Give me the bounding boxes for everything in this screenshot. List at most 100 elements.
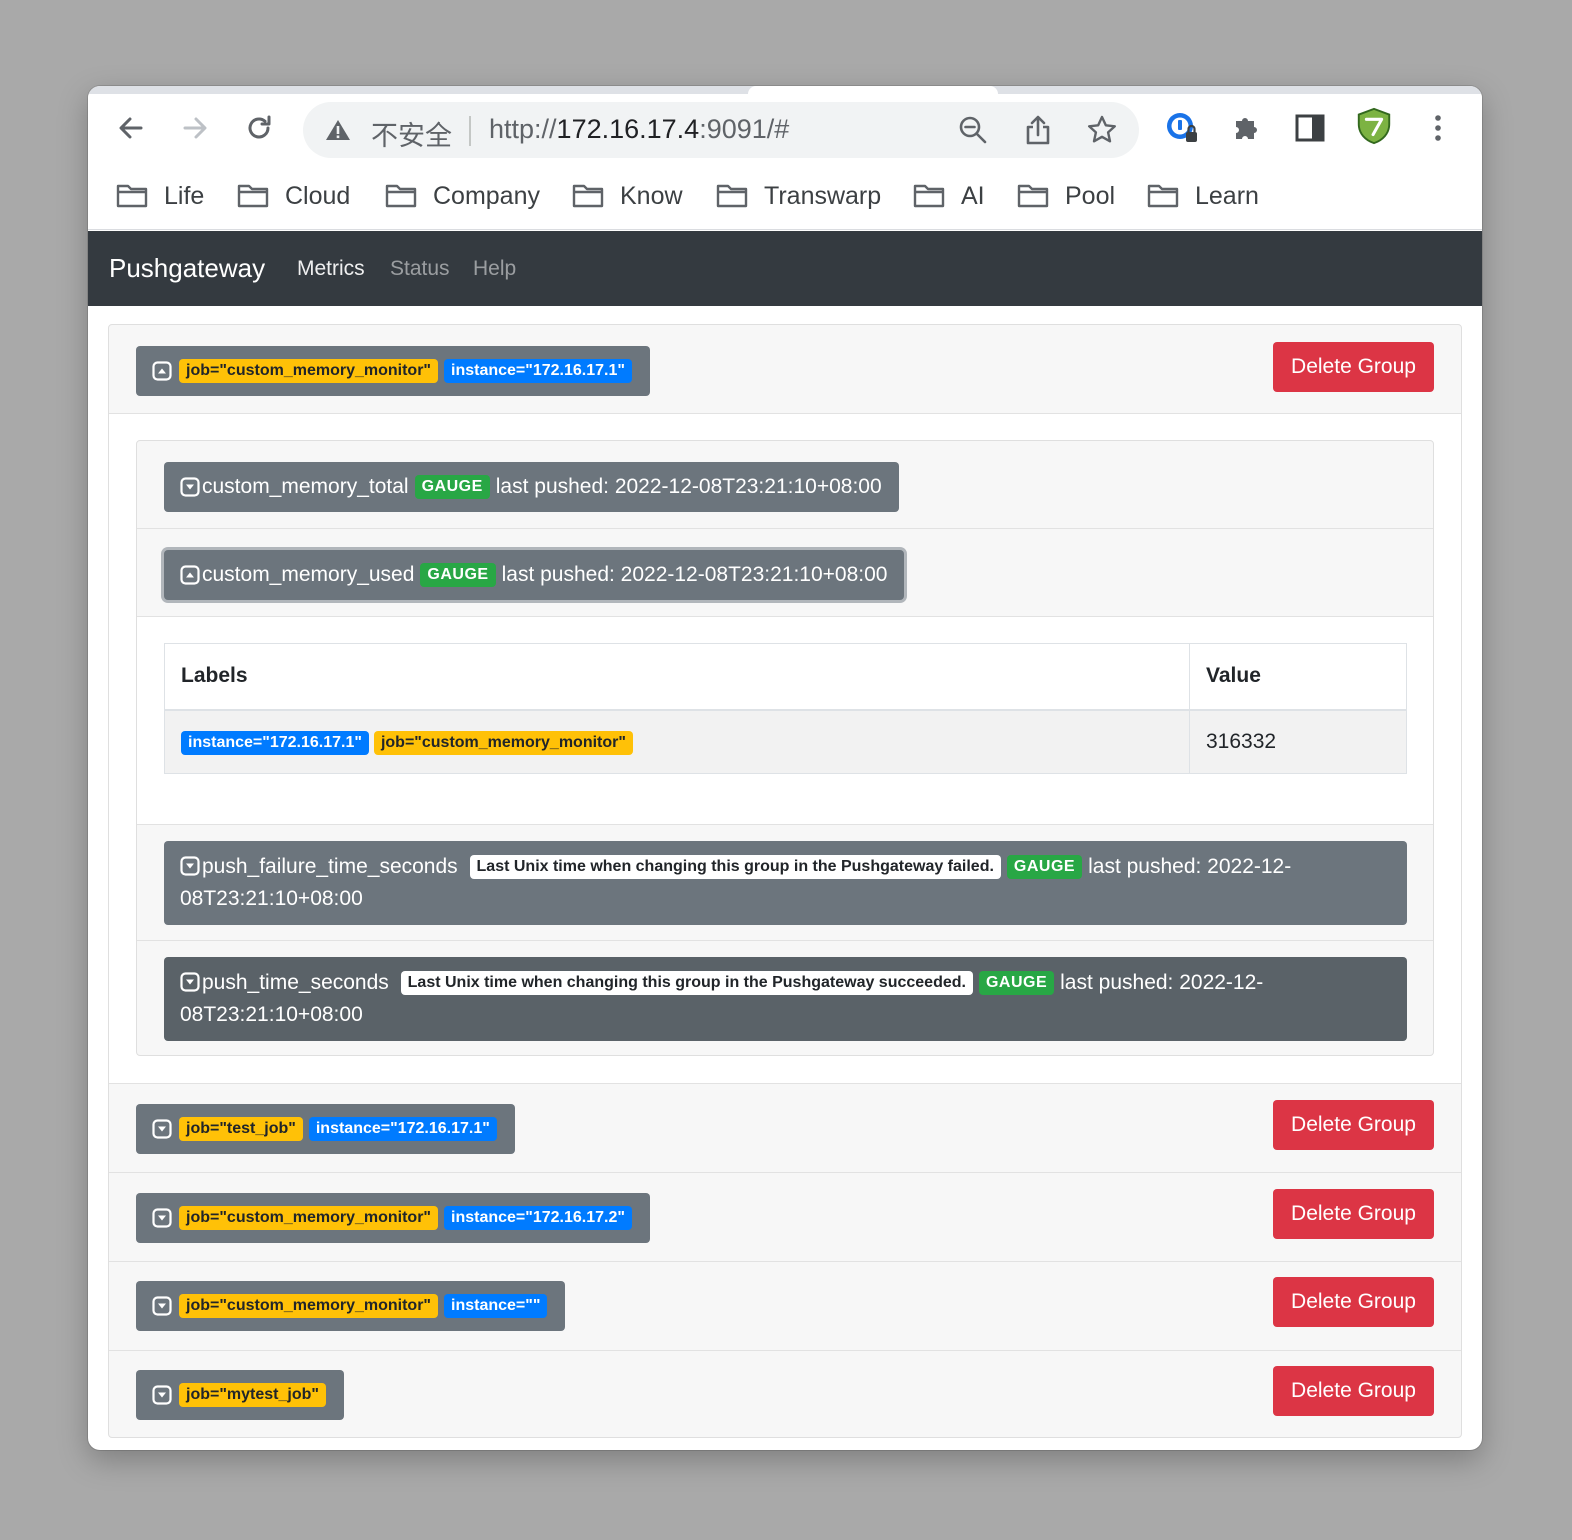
brand-title[interactable]: Pushgateway [109,253,265,284]
bookmark-folder-ai[interactable]: AI [913,176,985,216]
warning-icon[interactable] [325,118,351,147]
job-label-badge: job="custom_memory_monitor" [179,359,438,383]
bookmark-folder-transwarp[interactable]: Transwarp [716,176,881,216]
metric-name: push_failure_time_seconds [202,855,458,878]
job-label-badge: job="test_job" [179,1117,303,1141]
bookmark-label: Life [164,181,205,210]
password-extension-icon[interactable] [1162,108,1202,148]
folder-icon [237,184,269,208]
instance-label-badge: instance="" [444,1294,548,1318]
metric-toggle-button[interactable]: custom_memory_total GAUGE last pushed: 2… [164,462,899,512]
metric-toggle-button[interactable]: custom_memory_used GAUGE last pushed: 20… [164,550,905,600]
star-icon[interactable] [1084,112,1120,148]
metric-name: push_time_seconds [202,971,389,994]
share-icon[interactable] [1020,112,1056,148]
browser-toolbar: 不安全 http://172.16.17.4:9091/# [88,94,1482,164]
delete-group-button[interactable]: Delete Group [1273,1366,1434,1416]
bookmark-folder-life[interactable]: Life [116,176,204,216]
metric-type-badge: GAUGE [1006,855,1083,879]
nav-link-status[interactable]: Status [390,257,450,281]
table-row: instance="172.16.17.1" job="custom_memory… [164,709,1407,774]
metric-help-badge: Last Unix time when changing this group … [469,855,1001,879]
expand-icon [152,1296,172,1316]
expand-icon [152,1119,172,1139]
nav-link-help[interactable]: Help [473,257,516,281]
bookmark-label: Cloud [285,181,351,210]
column-header-value: Value [1189,643,1407,711]
bookmark-folder-pool[interactable]: Pool [1017,176,1115,216]
delete-group-button[interactable]: Delete Group [1273,1189,1434,1239]
group-toggle-button[interactable]: job="mytest_job" [136,1370,344,1420]
metric-row: custom_memory_total GAUGE last pushed: 2… [137,441,1433,529]
labels-cell: instance="172.16.17.1" job="custom_memory… [164,709,1190,774]
group-body: custom_memory_total GAUGE last pushed: 2… [109,414,1461,1084]
metric-toggle-button[interactable]: push_failure_time_seconds Last Unix time… [164,841,1407,925]
group-header: job="mytest_job" Delete Group [109,1351,1461,1439]
metric-type-badge: GAUGE [420,563,496,587]
expand-icon [180,856,200,876]
bookmark-label: Transwarp [764,181,882,210]
bookmark-folder-learn[interactable]: Learn [1147,176,1259,216]
group-toggle-button[interactable]: job="custom_memory_monitor" instance="" [136,1281,566,1331]
metric-help-badge: Last Unix time when changing this group … [400,971,973,995]
active-tab[interactable] [748,86,998,94]
url-text[interactable]: http://172.16.17.4:9091/# [489,114,789,145]
metric-type-badge: GAUGE [978,971,1055,995]
folder-icon [385,184,417,208]
omnibox-separator [469,116,471,146]
metric-name: custom_memory_total [202,475,409,498]
metric-row: custom_memory_used GAUGE last pushed: 20… [137,529,1433,617]
job-label-badge: job="custom_memory_monitor" [179,1294,438,1318]
arrow-right-icon [183,117,207,139]
group-header: job="custom_memory_monitor" instance="17… [109,325,1461,414]
folder-icon [116,184,148,208]
bookmarks-bar: Life Cloud Company Know Transwarp AI Poo… [88,164,1482,230]
expand-icon [152,1208,172,1228]
folder-icon [1017,184,1049,208]
browser-window: 不安全 http://172.16.17.4:9091/# Life Cloud… [88,86,1482,1450]
delete-group-button[interactable]: Delete Group [1273,1100,1434,1150]
metric-type-badge: GAUGE [414,475,490,499]
security-label[interactable]: 不安全 [371,114,452,153]
collapse-icon [180,565,200,585]
folder-icon [1147,184,1179,208]
folder-icon [913,184,945,208]
bookmark-label: Learn [1195,181,1259,210]
group-header: job="test_job" instance="172.16.17.1" De… [109,1084,1461,1173]
bookmark-folder-know[interactable]: Know [572,176,683,216]
side-panel-icon[interactable] [1290,108,1330,148]
reload-icon [248,115,271,139]
puzzle-icon[interactable] [1226,108,1266,148]
tab-strip [88,86,1482,94]
reload-button[interactable] [239,108,279,148]
group-toggle-button[interactable]: job="custom_memory_monitor" instance="17… [136,346,650,396]
metric-values-table: Labels Value instance="172.16.17.1" job="… [164,643,1407,774]
metric-last-pushed: last pushed: 2022-12-08T23:21:10+08:00 [495,475,882,498]
bookmark-label: Pool [1065,181,1116,210]
nav-link-metrics[interactable]: Metrics [297,257,365,281]
group-toggle-button[interactable]: job="custom_memory_monitor" instance="17… [136,1193,650,1243]
job-label-badge: job="mytest_job" [179,1383,326,1407]
metric-toggle-button[interactable]: push_time_seconds Last Unix time when ch… [164,957,1407,1041]
app-navbar: Pushgateway Metrics Status Help [88,231,1482,306]
metric-row: push_time_seconds Last Unix time when ch… [137,941,1433,1055]
bookmark-label: Company [433,181,540,210]
group-toggle-button[interactable]: job="test_job" instance="172.16.17.1" [136,1104,515,1154]
instance-label-badge: instance="172.16.17.1" [308,1117,497,1141]
forward-button[interactable] [175,108,215,148]
bookmark-folder-cloud[interactable]: Cloud [237,176,350,216]
zoom-out-icon[interactable] [955,112,991,148]
delete-group-button[interactable]: Delete Group [1273,1277,1434,1327]
bookmark-folder-company[interactable]: Company [385,176,540,216]
job-label-badge: job="custom_memory_monitor" [179,1206,438,1230]
extension-shield-icon[interactable] [1354,106,1394,146]
bookmark-label: Know [620,181,683,210]
expand-icon [180,972,200,992]
value-cell: 316332 [1189,709,1407,774]
delete-group-button[interactable]: Delete Group [1273,342,1434,392]
menu-dots-icon[interactable] [1418,108,1458,148]
address-bar[interactable]: 不安全 http://172.16.17.4:9091/# [303,102,1139,158]
arrow-left-icon [119,117,143,139]
folder-icon [572,184,604,208]
back-button[interactable] [111,108,151,148]
